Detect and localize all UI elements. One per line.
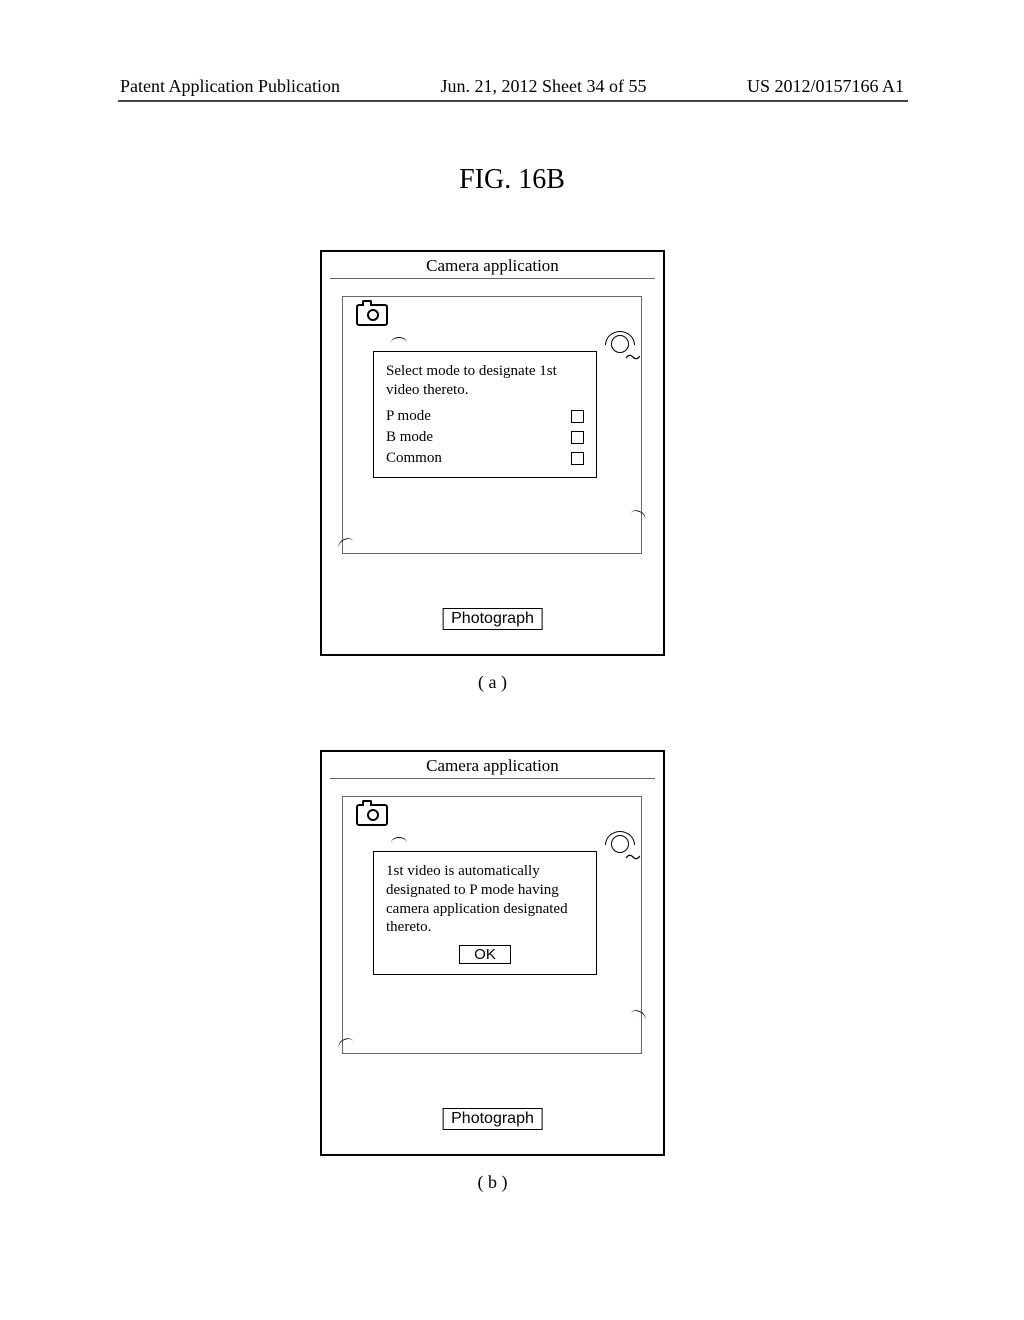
page-header: Patent Application Publication Jun. 21, … bbox=[0, 76, 1024, 103]
header-rule bbox=[118, 100, 908, 102]
panel-b-viewport: 〜 1st video is automatically designated … bbox=[342, 796, 642, 1054]
wave-mark-icon bbox=[336, 1036, 353, 1048]
header-center: Jun. 21, 2012 Sheet 34 of 55 bbox=[440, 76, 646, 97]
option-label: Common bbox=[386, 450, 442, 467]
touch-finger-icon: 〜 bbox=[605, 335, 635, 365]
wave-mark-icon bbox=[336, 536, 353, 548]
header-right: US 2012/0157166 A1 bbox=[747, 76, 904, 97]
panel-a: Camera application 〜 Select mode to desi… bbox=[320, 250, 665, 656]
dialog-message: 1st video is automatically designated to… bbox=[386, 862, 584, 937]
page: Patent Application Publication Jun. 21, … bbox=[0, 0, 1024, 1320]
header-row: Patent Application Publication Jun. 21, … bbox=[0, 76, 1024, 103]
option-label: P mode bbox=[386, 408, 431, 425]
auto-designate-dialog: 1st video is automatically designated to… bbox=[373, 851, 597, 975]
checkbox-icon[interactable] bbox=[571, 452, 584, 465]
mode-options: P mode B mode Common bbox=[386, 408, 584, 467]
wave-mark-icon bbox=[391, 837, 407, 843]
option-common[interactable]: Common bbox=[386, 450, 584, 467]
caption-a: ( a ) bbox=[320, 672, 665, 693]
touch-finger-icon: 〜 bbox=[605, 835, 635, 865]
option-p-mode[interactable]: P mode bbox=[386, 408, 584, 425]
panel-b: Camera application 〜 1st video is automa… bbox=[320, 750, 665, 1156]
dialog-prompt: Select mode to designate 1st video there… bbox=[386, 362, 584, 400]
header-left: Patent Application Publication bbox=[120, 76, 340, 97]
panel-a-title-rule bbox=[330, 278, 655, 279]
panel-b-titlebar: Camera application bbox=[322, 752, 663, 776]
panel-b-title: Camera application bbox=[426, 756, 559, 775]
photograph-button[interactable]: Photograph bbox=[442, 1108, 543, 1130]
mode-select-dialog: Select mode to designate 1st video there… bbox=[373, 351, 597, 478]
option-b-mode[interactable]: B mode bbox=[386, 429, 584, 446]
checkbox-icon[interactable] bbox=[571, 431, 584, 444]
caption-b: ( b ) bbox=[320, 1172, 665, 1193]
panel-b-title-rule bbox=[330, 778, 655, 779]
panel-a-viewport: 〜 Select mode to designate 1st video the… bbox=[342, 296, 642, 554]
camera-icon bbox=[356, 304, 388, 326]
figure-title: FIG. 16B bbox=[0, 164, 1024, 196]
panel-a-titlebar: Camera application bbox=[322, 252, 663, 276]
panel-a-title: Camera application bbox=[426, 256, 559, 275]
wave-mark-icon bbox=[630, 508, 647, 520]
wave-mark-icon bbox=[630, 1008, 647, 1020]
camera-icon bbox=[356, 804, 388, 826]
checkbox-icon[interactable] bbox=[571, 410, 584, 423]
photograph-button[interactable]: Photograph bbox=[442, 608, 543, 630]
wave-mark-icon bbox=[391, 337, 407, 343]
option-label: B mode bbox=[386, 429, 433, 446]
ok-button[interactable]: OK bbox=[459, 945, 511, 964]
